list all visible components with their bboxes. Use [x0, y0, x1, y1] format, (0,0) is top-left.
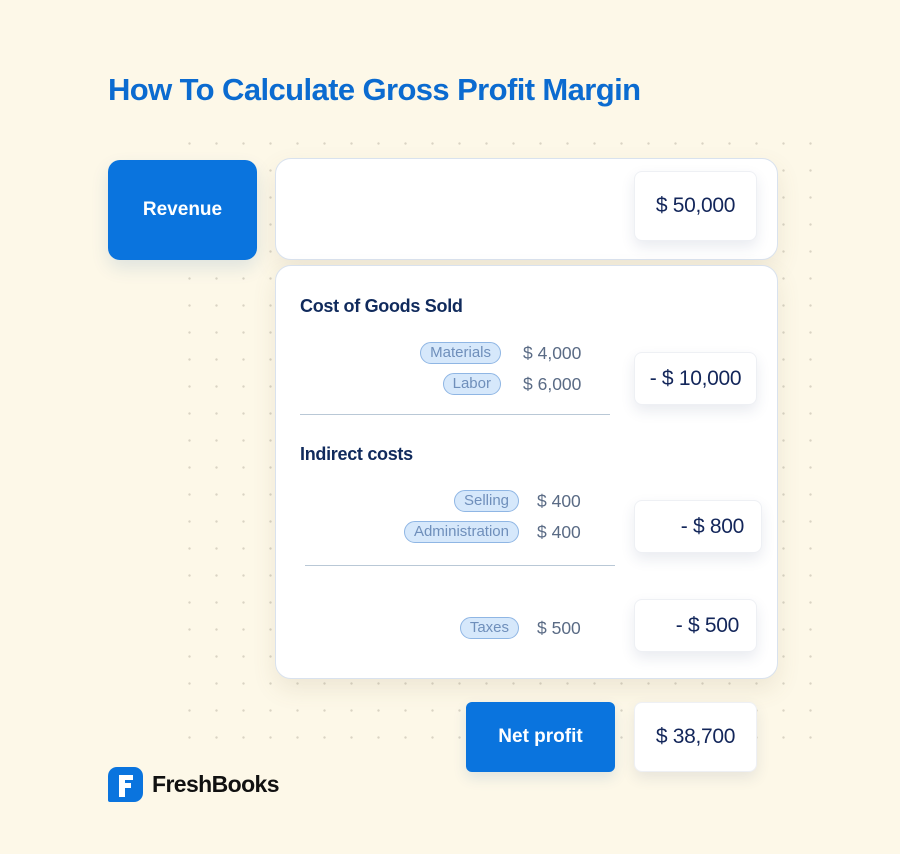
selling-tag: Selling: [453, 490, 519, 512]
net-profit-label-block: Net profit: [466, 702, 615, 772]
taxes-line-item: Taxes $ 500: [459, 616, 587, 640]
infographic-canvas: How To Calculate Gross Profit Margin Rev…: [0, 0, 900, 854]
section-divider: [300, 414, 610, 415]
indirect-line-item: Administration $ 400: [403, 520, 587, 544]
indirect-line-item: Selling $ 400: [453, 489, 587, 513]
indirect-total-box: - $ 800: [634, 500, 762, 553]
revenue-value-box: $ 50,000: [634, 171, 757, 241]
freshbooks-logo-icon: [108, 767, 143, 802]
selling-amount: $ 400: [537, 490, 581, 511]
cogs-heading: Cost of Goods Sold: [300, 296, 463, 316]
taxes-tag: Taxes: [459, 617, 519, 639]
administration-amount: $ 400: [537, 521, 581, 542]
taxes-amount: $ 500: [537, 617, 581, 638]
labor-tag: Labor: [442, 373, 501, 395]
administration-tag: Administration: [403, 521, 519, 543]
brand-name: FreshBooks: [152, 771, 280, 797]
cogs-line-item: Materials $ 4,000: [420, 341, 587, 365]
section-divider: [305, 565, 615, 566]
indirect-costs-heading: Indirect costs: [300, 444, 413, 464]
taxes-total-box: - $ 500: [634, 599, 757, 652]
freshbooks-logo: FreshBooks: [108, 767, 280, 802]
net-profit-value-box: $ 38,700: [634, 702, 757, 772]
page-title: How To Calculate Gross Profit Margin: [108, 72, 641, 107]
cogs-total-box: - $ 10,000: [634, 352, 757, 405]
cogs-line-item: Labor $ 6,000: [442, 372, 587, 396]
labor-amount: $ 6,000: [523, 373, 582, 394]
materials-amount: $ 4,000: [523, 342, 582, 363]
revenue-label-block: Revenue: [108, 160, 257, 260]
materials-tag: Materials: [420, 342, 501, 364]
